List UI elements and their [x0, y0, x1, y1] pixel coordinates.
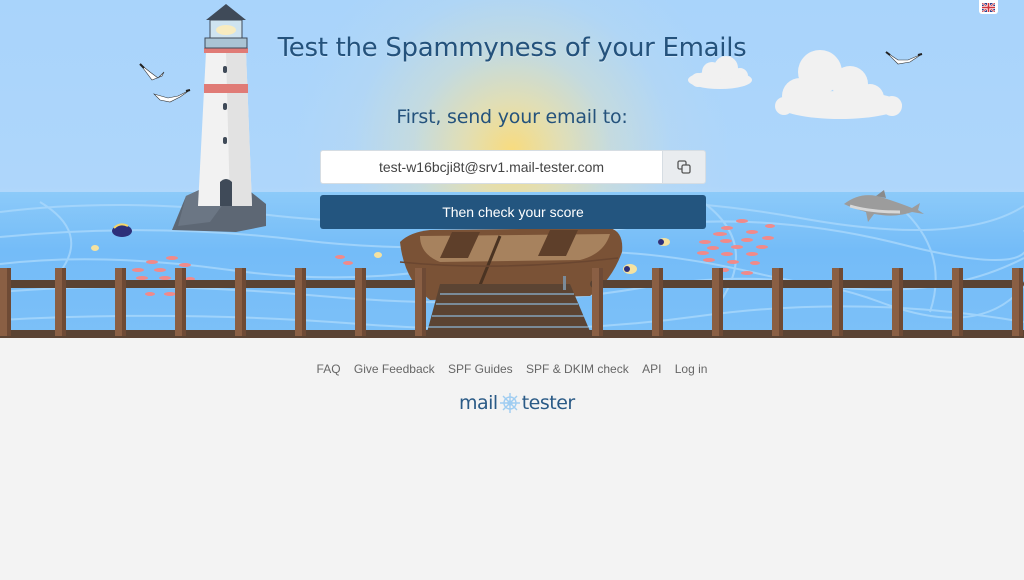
- footer-link-spf-guides[interactable]: SPF Guides: [448, 362, 513, 376]
- fence-post-shade: [719, 268, 723, 336]
- fence-post-shade: [659, 268, 663, 336]
- fence-post-shade: [122, 268, 126, 336]
- footer-link-login[interactable]: Log in: [675, 362, 708, 376]
- footer-link-api[interactable]: API: [642, 362, 661, 376]
- fence-post-shade: [959, 268, 963, 336]
- copy-button[interactable]: [662, 150, 706, 184]
- fence-post-shade: [242, 268, 246, 336]
- fence-post-shade: [599, 268, 603, 336]
- page-title: Test the Spammyness of your Emails: [277, 33, 747, 63]
- mail-tester-logo[interactable]: mail tester: [459, 391, 575, 415]
- email-address-group: [320, 150, 706, 184]
- fence-post-shade: [182, 268, 186, 336]
- fence-post-shade: [422, 268, 426, 336]
- language-selector[interactable]: [979, 0, 998, 14]
- fence-post-shade: [302, 268, 306, 336]
- ship-wheel-icon: [499, 393, 520, 413]
- fence-post-shade: [62, 268, 66, 336]
- email-address-field[interactable]: [320, 150, 662, 184]
- hero-banner: Test the Spammyness of your Emails First…: [0, 0, 1024, 338]
- fence-post-shade: [839, 268, 843, 336]
- logo-text-mail: mail: [459, 392, 498, 414]
- instruction-text: First, send your email to:: [396, 106, 628, 128]
- check-score-button[interactable]: Then check your score: [320, 195, 706, 229]
- dolphin: [844, 190, 924, 222]
- footer-nav: FAQ Give Feedback SPF Guides SPF & DKIM …: [0, 362, 1024, 376]
- footer-link-spf-dkim-check[interactable]: SPF & DKIM check: [526, 362, 629, 376]
- pier-dock: [426, 276, 592, 336]
- uk-flag-icon: [982, 2, 995, 12]
- fence-post-shade: [7, 268, 11, 336]
- footer-link-faq[interactable]: FAQ: [317, 362, 341, 376]
- footer-link-feedback[interactable]: Give Feedback: [354, 362, 435, 376]
- fence-post-shade: [1019, 268, 1023, 336]
- fish-school-right: [697, 219, 775, 275]
- logo-text-tester: tester: [521, 392, 576, 414]
- fence-post-shade: [899, 268, 903, 336]
- copy-icon: [677, 160, 691, 174]
- fence-post-shade: [362, 268, 366, 336]
- fence-post-shade: [779, 268, 783, 336]
